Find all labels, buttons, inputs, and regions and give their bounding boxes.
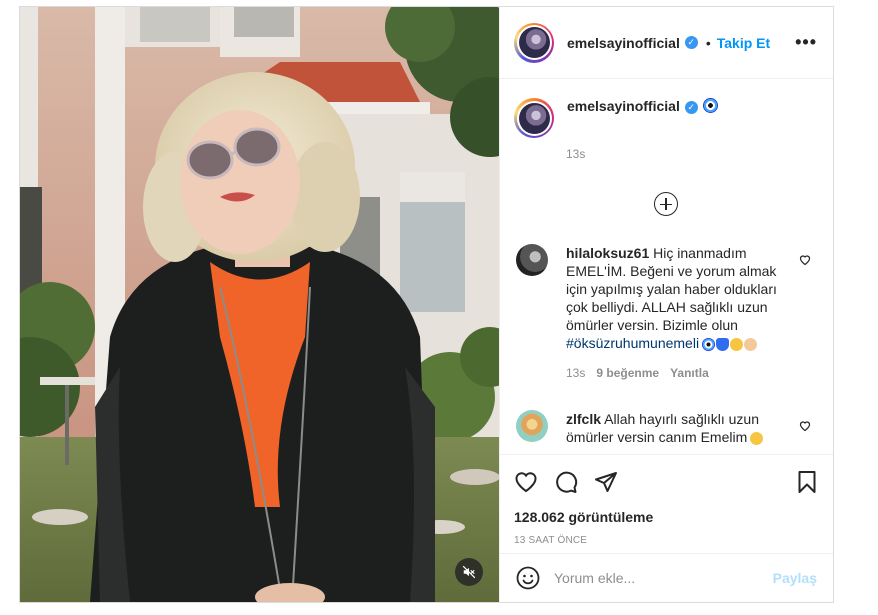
reply-button[interactable]: Yanıtla (670, 364, 709, 382)
comment-item: hilaloksuz61 Hiç inanmadım EMEL'İM. Beğe… (514, 244, 817, 382)
mute-icon (462, 565, 476, 579)
header-separator: • (705, 34, 711, 51)
caption: emelsayinofficial ✓ (514, 98, 817, 138)
commenter-avatar[interactable] (516, 244, 548, 276)
comment-emoji-icon (702, 338, 758, 351)
post-sidebar: emelsayinofficial ✓ • Takip Et ••• emels… (499, 7, 833, 602)
follow-button[interactable]: Takip Et (717, 35, 770, 51)
share-icon[interactable] (594, 470, 618, 494)
comment-input[interactable] (554, 570, 773, 586)
instagram-post: emelsayinofficial ✓ • Takip Et ••• emels… (19, 6, 834, 603)
heart-eyes-emoji-icon (750, 432, 764, 445)
comment-icon[interactable] (554, 470, 578, 494)
caption-time[interactable]: 13s (566, 147, 817, 161)
comment-likes[interactable]: 9 beğenme (596, 364, 659, 382)
post-timestamp[interactable]: 13 SAAT ÖNCE (514, 535, 819, 546)
post-video[interactable] (20, 7, 499, 602)
video-frame (20, 7, 499, 602)
post-comment-button[interactable]: Paylaş (773, 570, 817, 586)
verified-badge-icon: ✓ (684, 36, 698, 49)
header-avatar[interactable] (514, 22, 554, 63)
caption-avatar[interactable] (514, 98, 554, 138)
mute-button[interactable] (455, 558, 483, 586)
comment-meta: 13s 9 beğenme Yanıtla (566, 364, 784, 382)
comment-username[interactable]: zlfclk (566, 411, 601, 427)
evil-eye-emoji-icon (702, 98, 718, 113)
caption-username[interactable]: emelsayinofficial (567, 98, 680, 114)
avatar-image (518, 102, 550, 134)
comment-username[interactable]: hilaloksuz61 (566, 245, 649, 261)
header-username[interactable]: emelsayinofficial (567, 35, 680, 51)
verified-badge-icon: ✓ (684, 101, 698, 114)
comment-like-heart-icon[interactable] (799, 420, 811, 432)
comments-list[interactable]: emelsayinofficial ✓ 13s hilaloksuz61 Hiç … (500, 80, 833, 453)
commenter-avatar[interactable] (516, 410, 548, 442)
more-options-icon[interactable]: ••• (795, 32, 817, 53)
like-heart-icon[interactable] (514, 470, 538, 494)
post-actions: 128.062 görüntüleme 13 SAAT ÖNCE (500, 454, 833, 553)
post-header: emelsayinofficial ✓ • Takip Et ••• (500, 7, 833, 79)
comment-item: zlfclk Allah hayırlı sağlıklı uzun ömürl… (514, 410, 817, 446)
emoji-icon[interactable] (516, 566, 540, 590)
avatar-image (518, 27, 550, 58)
add-comment-bar: Paylaş (500, 553, 833, 602)
comment-hashtag[interactable]: #öksüzruhumunemeli (566, 335, 699, 351)
view-count[interactable]: 128.062 görüntüleme (514, 509, 819, 525)
action-icons (514, 455, 819, 501)
bookmark-icon[interactable] (795, 470, 819, 494)
load-more-plus-icon[interactable] (653, 192, 678, 216)
comment-time[interactable]: 13s (566, 364, 585, 382)
comment-like-heart-icon[interactable] (799, 254, 811, 266)
